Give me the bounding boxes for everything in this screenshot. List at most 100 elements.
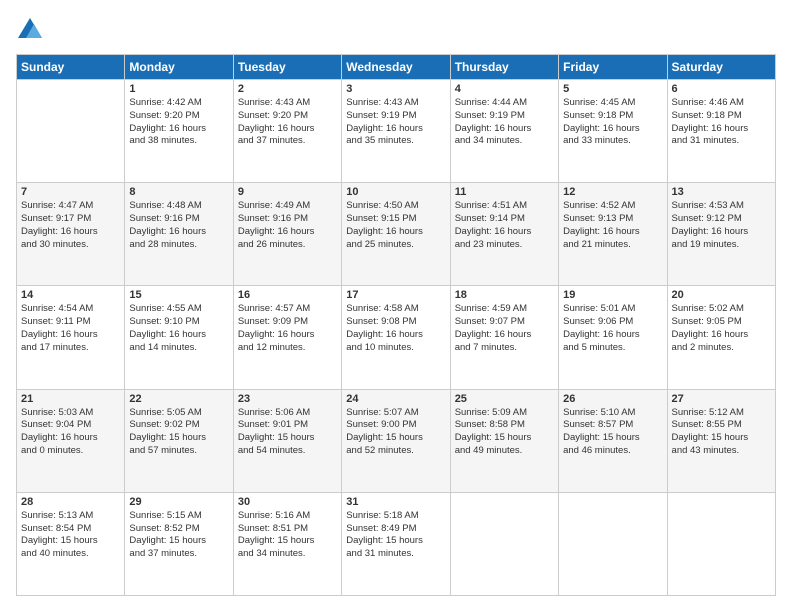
calendar-cell: 14Sunrise: 4:54 AM Sunset: 9:11 PM Dayli… — [17, 286, 125, 389]
day-info: Sunrise: 5:03 AM Sunset: 9:04 PM Dayligh… — [21, 407, 120, 458]
calendar-cell: 6Sunrise: 4:46 AM Sunset: 9:18 PM Daylig… — [667, 80, 775, 183]
header — [16, 16, 776, 44]
calendar-cell: 18 Sunrise: 4:59 AM Sunset: 9:07 PM Dayli… — [450, 286, 558, 389]
calendar-table: SundayMondayTuesdayWednesdayThursdayFrid… — [16, 54, 776, 596]
calendar-cell: 19Sunrise: 5:01 AM Sunset: 9:06 PM Dayli… — [559, 286, 667, 389]
col-header-friday: Friday — [559, 55, 667, 80]
week-row-3: 14Sunrise: 4:54 AM Sunset: 9:11 PM Dayli… — [17, 286, 776, 389]
calendar-cell: 5 Sunrise: 4:45 AM Sunset: 9:18 PM Daylig… — [559, 80, 667, 183]
day-info: Sunrise: 5:06 AM Sunset: 9:01 PM Dayligh… — [238, 407, 337, 458]
day-info: Sunrise: 4:45 AM Sunset: 9:18 PM Dayligh… — [563, 97, 662, 148]
week-row-4: 21 Sunrise: 5:03 AM Sunset: 9:04 PM Dayli… — [17, 389, 776, 492]
day-number: 1 — [129, 83, 228, 95]
calendar-cell: 25 Sunrise: 5:09 AM Sunset: 8:58 PM Dayli… — [450, 389, 558, 492]
day-info: Sunrise: 5:10 AM Sunset: 8:57 PM Dayligh… — [563, 407, 662, 458]
day-info: Sunrise: 4:44 AM Sunset: 9:19 PM Dayligh… — [455, 97, 554, 148]
calendar-cell: 17 Sunrise: 4:58 AM Sunset: 9:08 PM Dayli… — [342, 286, 450, 389]
day-info: Sunrise: 4:43 AM Sunset: 9:20 PM Dayligh… — [238, 97, 337, 148]
header-row: SundayMondayTuesdayWednesdayThursdayFrid… — [17, 55, 776, 80]
day-number: 24 — [346, 393, 445, 405]
day-number: 10 — [346, 186, 445, 198]
day-number: 20 — [672, 289, 771, 301]
calendar-cell: 12Sunrise: 4:52 AM Sunset: 9:13 PM Dayli… — [559, 183, 667, 286]
calendar-cell: 31 Sunrise: 5:18 AM Sunset: 8:49 PM Dayli… — [342, 492, 450, 595]
day-number: 9 — [238, 186, 337, 198]
calendar-cell: 10 Sunrise: 4:50 AM Sunset: 9:15 PM Dayli… — [342, 183, 450, 286]
day-info: Sunrise: 4:51 AM Sunset: 9:14 PM Dayligh… — [455, 200, 554, 251]
calendar-cell: 11Sunrise: 4:51 AM Sunset: 9:14 PM Dayli… — [450, 183, 558, 286]
day-number: 23 — [238, 393, 337, 405]
col-header-sunday: Sunday — [17, 55, 125, 80]
calendar-cell: 20 Sunrise: 5:02 AM Sunset: 9:05 PM Dayli… — [667, 286, 775, 389]
day-info: Sunrise: 4:53 AM Sunset: 9:12 PM Dayligh… — [672, 200, 771, 251]
day-info: Sunrise: 4:55 AM Sunset: 9:10 PM Dayligh… — [129, 303, 228, 354]
day-info: Sunrise: 5:12 AM Sunset: 8:55 PM Dayligh… — [672, 407, 771, 458]
col-header-wednesday: Wednesday — [342, 55, 450, 80]
day-number: 21 — [21, 393, 120, 405]
day-number: 12 — [563, 186, 662, 198]
day-number: 5 — [563, 83, 662, 95]
calendar-cell: 27Sunrise: 5:12 AM Sunset: 8:55 PM Dayli… — [667, 389, 775, 492]
col-header-thursday: Thursday — [450, 55, 558, 80]
day-info: Sunrise: 5:15 AM Sunset: 8:52 PM Dayligh… — [129, 510, 228, 561]
day-number: 15 — [129, 289, 228, 301]
calendar-cell: 28 Sunrise: 5:13 AM Sunset: 8:54 PM Dayli… — [17, 492, 125, 595]
day-info: Sunrise: 4:58 AM Sunset: 9:08 PM Dayligh… — [346, 303, 445, 354]
day-number: 8 — [129, 186, 228, 198]
day-info: Sunrise: 4:43 AM Sunset: 9:19 PM Dayligh… — [346, 97, 445, 148]
calendar-cell: 15 Sunrise: 4:55 AM Sunset: 9:10 PM Dayli… — [125, 286, 233, 389]
day-number: 17 — [346, 289, 445, 301]
day-info: Sunrise: 5:01 AM Sunset: 9:06 PM Dayligh… — [563, 303, 662, 354]
calendar-cell: 8 Sunrise: 4:48 AM Sunset: 9:16 PM Daylig… — [125, 183, 233, 286]
calendar-cell — [559, 492, 667, 595]
calendar-cell: 3 Sunrise: 4:43 AM Sunset: 9:19 PM Daylig… — [342, 80, 450, 183]
day-info: Sunrise: 4:50 AM Sunset: 9:15 PM Dayligh… — [346, 200, 445, 251]
day-number: 6 — [672, 83, 771, 95]
col-header-tuesday: Tuesday — [233, 55, 341, 80]
day-number: 16 — [238, 289, 337, 301]
day-number: 14 — [21, 289, 120, 301]
day-info: Sunrise: 4:48 AM Sunset: 9:16 PM Dayligh… — [129, 200, 228, 251]
day-info: Sunrise: 4:42 AM Sunset: 9:20 PM Dayligh… — [129, 97, 228, 148]
day-number: 30 — [238, 496, 337, 508]
logo — [16, 16, 48, 44]
day-number: 7 — [21, 186, 120, 198]
calendar-cell: 23 Sunrise: 5:06 AM Sunset: 9:01 PM Dayli… — [233, 389, 341, 492]
calendar-cell: 13 Sunrise: 4:53 AM Sunset: 9:12 PM Dayli… — [667, 183, 775, 286]
day-info: Sunrise: 4:47 AM Sunset: 9:17 PM Dayligh… — [21, 200, 120, 251]
week-row-1: 1 Sunrise: 4:42 AM Sunset: 9:20 PM Daylig… — [17, 80, 776, 183]
calendar-cell — [667, 492, 775, 595]
day-number: 29 — [129, 496, 228, 508]
day-info: Sunrise: 5:13 AM Sunset: 8:54 PM Dayligh… — [21, 510, 120, 561]
day-number: 26 — [563, 393, 662, 405]
day-number: 18 — [455, 289, 554, 301]
week-row-2: 7 Sunrise: 4:47 AM Sunset: 9:17 PM Daylig… — [17, 183, 776, 286]
calendar-cell: 26 Sunrise: 5:10 AM Sunset: 8:57 PM Dayli… — [559, 389, 667, 492]
col-header-monday: Monday — [125, 55, 233, 80]
calendar-cell — [17, 80, 125, 183]
day-info: Sunrise: 5:07 AM Sunset: 9:00 PM Dayligh… — [346, 407, 445, 458]
day-info: Sunrise: 5:02 AM Sunset: 9:05 PM Dayligh… — [672, 303, 771, 354]
day-info: Sunrise: 5:09 AM Sunset: 8:58 PM Dayligh… — [455, 407, 554, 458]
calendar-cell: 22Sunrise: 5:05 AM Sunset: 9:02 PM Dayli… — [125, 389, 233, 492]
day-number: 13 — [672, 186, 771, 198]
logo-icon — [16, 16, 44, 44]
day-info: Sunrise: 4:49 AM Sunset: 9:16 PM Dayligh… — [238, 200, 337, 251]
day-number: 31 — [346, 496, 445, 508]
day-number: 3 — [346, 83, 445, 95]
calendar-cell: 21 Sunrise: 5:03 AM Sunset: 9:04 PM Dayli… — [17, 389, 125, 492]
calendar-cell: 24 Sunrise: 5:07 AM Sunset: 9:00 PM Dayli… — [342, 389, 450, 492]
calendar-cell: 1 Sunrise: 4:42 AM Sunset: 9:20 PM Daylig… — [125, 80, 233, 183]
day-info: Sunrise: 5:18 AM Sunset: 8:49 PM Dayligh… — [346, 510, 445, 561]
day-number: 2 — [238, 83, 337, 95]
week-row-5: 28 Sunrise: 5:13 AM Sunset: 8:54 PM Dayli… — [17, 492, 776, 595]
day-number: 25 — [455, 393, 554, 405]
day-number: 22 — [129, 393, 228, 405]
day-info: Sunrise: 4:59 AM Sunset: 9:07 PM Dayligh… — [455, 303, 554, 354]
calendar-cell: 9 Sunrise: 4:49 AM Sunset: 9:16 PM Daylig… — [233, 183, 341, 286]
calendar-cell: 16Sunrise: 4:57 AM Sunset: 9:09 PM Dayli… — [233, 286, 341, 389]
day-number: 4 — [455, 83, 554, 95]
day-number: 28 — [21, 496, 120, 508]
calendar-cell: 2 Sunrise: 4:43 AM Sunset: 9:20 PM Daylig… — [233, 80, 341, 183]
calendar-cell: 7 Sunrise: 4:47 AM Sunset: 9:17 PM Daylig… — [17, 183, 125, 286]
